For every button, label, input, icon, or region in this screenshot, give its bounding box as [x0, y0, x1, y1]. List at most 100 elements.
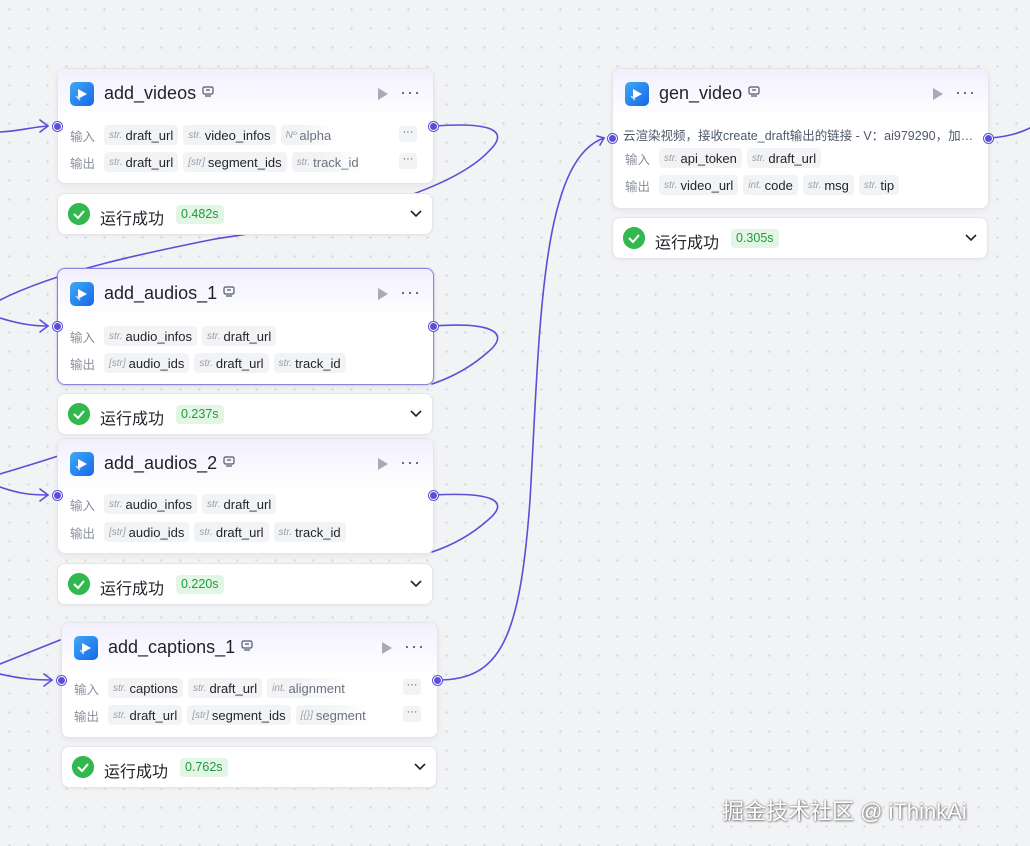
more-options-icon[interactable]: ···	[400, 82, 421, 102]
node-gen-video[interactable]: gen_video ··· 云渲染视频，接收create_draft输出的链接 …	[608, 68, 993, 209]
plugin-play-icon	[625, 82, 649, 106]
input-param: str. draft_url	[202, 326, 277, 346]
plugin-badge-icon	[748, 86, 760, 97]
input-param: Nº alpha	[280, 125, 337, 145]
plugin-play-icon	[70, 452, 94, 476]
output-param: str. draft_url	[108, 705, 183, 725]
node-title: add_captions_1	[108, 637, 236, 657]
input-param: str. video_infos	[183, 125, 276, 145]
plugin-badge-icon	[241, 640, 253, 651]
run-status-gen-video[interactable]: 运行成功 0.305s	[612, 217, 988, 259]
more-options-icon[interactable]: ···	[400, 282, 421, 302]
input-port[interactable]	[608, 134, 617, 143]
success-check-icon	[623, 227, 645, 249]
run-icon[interactable]	[377, 457, 389, 471]
edge-out-gen-video	[989, 127, 1030, 139]
output-row: 输出 [str] audio_ids str. draft_url str. trac…	[70, 521, 419, 543]
output-port[interactable]	[429, 122, 438, 131]
expand-outputs-icon[interactable]: ···	[403, 706, 421, 722]
output-row: 输出 str. draft_url [str] segment_ids [{}] se…	[74, 704, 423, 726]
output-port[interactable]	[433, 676, 442, 685]
node-description: 云渲染视频，接收create_draft输出的链接 - V：ai979290，加…	[623, 129, 974, 143]
run-status-add-audios-2[interactable]: 运行成功 0.220s	[57, 563, 433, 605]
success-check-icon	[68, 203, 90, 225]
status-text: 运行成功	[655, 235, 720, 252]
chevron-down-icon[interactable]	[414, 762, 426, 772]
chevron-down-icon[interactable]	[965, 233, 977, 243]
node-add-captions-1[interactable]: add_captions_1 ··· 输入 str. captions str. d…	[57, 622, 442, 738]
expand-inputs-icon[interactable]: ···	[403, 679, 421, 695]
run-time-badge: 0.305s	[731, 229, 779, 248]
input-port[interactable]	[53, 322, 62, 331]
output-param: str. track_id	[291, 152, 364, 172]
watermark: 掘金技术社区 @ iThinkAi	[722, 799, 967, 824]
output-param: [str] segment_ids	[183, 152, 287, 172]
node-title: gen_video	[659, 83, 743, 103]
chevron-down-icon[interactable]	[410, 409, 422, 419]
output-param: str. draft_url	[194, 522, 269, 542]
input-row: 输入 str. captions str. draft_url int. alignm…	[74, 677, 423, 699]
plugin-play-icon	[70, 282, 94, 306]
output-param: str. msg	[802, 175, 854, 195]
run-status-add-videos[interactable]: 运行成功 0.482s	[57, 193, 433, 235]
success-check-icon	[68, 573, 90, 595]
output-port[interactable]	[429, 491, 438, 500]
input-port[interactable]	[53, 122, 62, 131]
edge-in-add-audios-2	[0, 486, 49, 496]
edge-cross-3	[0, 639, 61, 665]
run-icon[interactable]	[381, 641, 393, 655]
more-options-icon[interactable]: ···	[400, 452, 421, 472]
output-port[interactable]	[429, 322, 438, 331]
input-row: 输入 str. draft_url str. video_infos Nº alpha	[70, 124, 419, 146]
input-param: str. captions	[108, 678, 183, 698]
output-param: int. code	[743, 175, 798, 195]
chevron-down-icon[interactable]	[410, 209, 422, 219]
run-time-badge: 0.237s	[176, 405, 224, 424]
input-param: str. draft_url	[187, 678, 263, 698]
input-param: str. api_token	[659, 148, 742, 168]
node-title: add_audios_2	[104, 453, 218, 473]
run-icon[interactable]	[377, 287, 389, 301]
input-row: 输入 str. audio_infos str. draft_url	[70, 325, 419, 347]
edge-loop-add-audios-1	[431, 324, 499, 385]
input-param: str. draft_url	[746, 148, 822, 168]
status-text: 运行成功	[100, 581, 165, 598]
edge-loop-add-audios-2	[431, 493, 499, 553]
output-row: 输出 str. video_url int. code str. msg str. ti…	[625, 174, 974, 196]
run-status-add-audios-1[interactable]: 运行成功 0.237s	[57, 393, 433, 435]
run-status-add-captions-1[interactable]: 运行成功 0.762s	[61, 746, 437, 788]
node-add-audios-2[interactable]: add_audios_2 ··· 输入 str. audio_infos str.…	[53, 438, 438, 554]
plugin-badge-icon	[202, 86, 214, 97]
plugin-badge-icon	[223, 456, 235, 467]
output-param: str. track_id	[273, 522, 346, 542]
plugin-play-icon	[74, 636, 98, 660]
output-param: str. draft_url	[104, 152, 179, 172]
run-time-badge: 0.762s	[180, 758, 228, 777]
output-port[interactable]	[984, 134, 993, 143]
input-port[interactable]	[57, 676, 66, 685]
output-param: [str] audio_ids	[104, 353, 190, 373]
edge-cross-2	[0, 455, 59, 475]
output-param: [str] segment_ids	[187, 705, 291, 725]
expand-inputs-icon[interactable]: ···	[399, 126, 417, 142]
output-param: str. tip	[858, 175, 900, 195]
plugin-play-icon	[70, 82, 94, 106]
more-options-icon[interactable]: ···	[955, 82, 976, 102]
input-port[interactable]	[53, 491, 62, 500]
run-icon[interactable]	[932, 87, 944, 101]
input-row: 输入 str. api_token str. draft_url	[625, 147, 974, 169]
more-options-icon[interactable]: ···	[404, 636, 425, 656]
chevron-down-icon[interactable]	[410, 579, 422, 589]
expand-outputs-icon[interactable]: ···	[399, 153, 417, 169]
input-param: int. alignment	[267, 678, 350, 698]
status-text: 运行成功	[104, 764, 169, 781]
plugin-badge-icon	[223, 286, 235, 297]
output-param: [{}] segment	[295, 705, 371, 725]
node-title: add_videos	[104, 83, 197, 103]
run-icon[interactable]	[377, 87, 389, 101]
success-check-icon	[72, 756, 94, 778]
input-param: str. draft_url	[202, 494, 277, 514]
input-row: 输入 str. audio_infos str. draft_url	[70, 493, 419, 515]
node-add-videos[interactable]: add_videos ··· 输入 str. draft_url str. vide…	[53, 68, 438, 184]
node-add-audios-1[interactable]: add_audios_1 ··· 输入 str. audio_infos str.…	[53, 268, 438, 385]
